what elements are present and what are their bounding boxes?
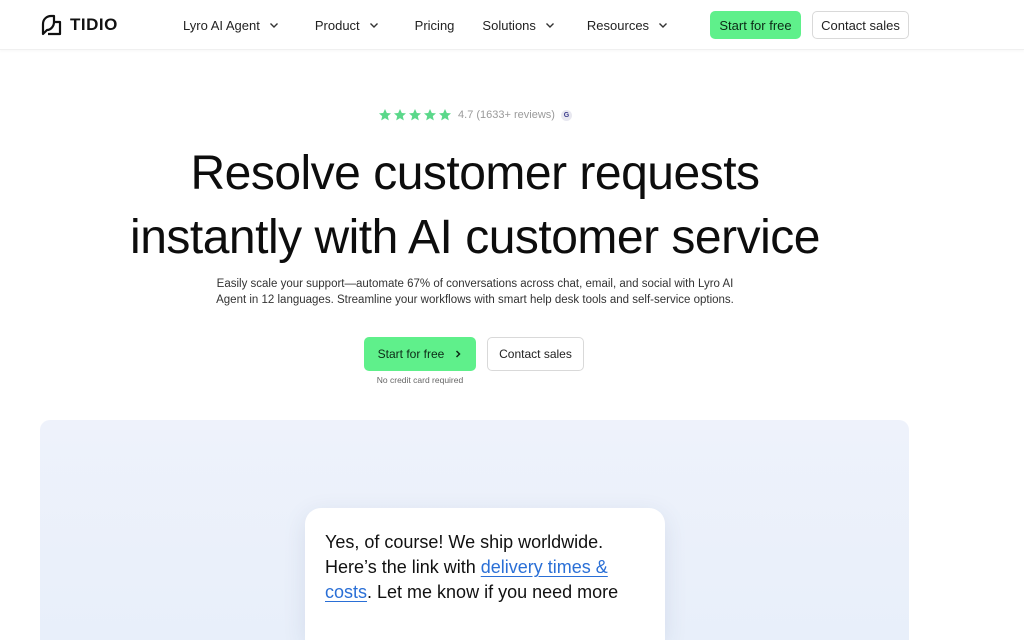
brand-name: TIDIO [70, 15, 118, 34]
rating-row: 4.7 (1633+ reviews) G [0, 108, 950, 122]
tidio-logo[interactable]: TIDIO [40, 13, 118, 37]
rating-text: 4.7 (1633+ reviews) [458, 109, 555, 121]
nav-item-lyro-ai-agent[interactable]: Lyro AI Agent [183, 18, 279, 33]
chevron-down-icon [269, 23, 278, 28]
chat-text-part-2: . Let me know if you need more [367, 582, 619, 602]
hero-start-for-free-button[interactable]: Start for free [364, 337, 476, 371]
no-credit-card-note: No credit card required [376, 375, 464, 385]
nav-start-for-free-button[interactable]: Start for free [710, 11, 801, 39]
rating-stars [378, 108, 452, 122]
nav-item-label: Resources [586, 17, 650, 33]
chat-message-bubble: Yes, of course! We ship worldwide. Here’… [305, 508, 665, 640]
star-icon [439, 109, 452, 121]
nav-item-label: Product [314, 17, 360, 33]
nav-item-product[interactable]: Product [315, 18, 379, 33]
hero-subtext: Easily scale your support—automate 67% o… [216, 278, 734, 306]
nav-item-label: Pricing [414, 17, 455, 33]
chat-message-text: Yes, of course! We ship worldwide. Here’… [325, 530, 645, 605]
main-nav: Lyro AI Agent Product Pricing Solutions … [183, 0, 668, 50]
nav-item-resources[interactable]: Resources [587, 18, 668, 33]
star-icon [379, 109, 392, 121]
star-icon [409, 109, 422, 121]
nav-item-solutions[interactable]: Solutions [482, 18, 554, 33]
headline-line-2: instantly with AI customer service [130, 211, 820, 264]
chevron-down-icon [369, 23, 378, 28]
headline-line-1: Resolve customer requests [190, 147, 760, 200]
chevron-right-icon [456, 350, 461, 358]
cta-start-label: Start for free [377, 347, 445, 361]
tidio-logo-icon [41, 14, 62, 36]
nav-item-label: Solutions [482, 17, 536, 33]
star-icon [394, 109, 407, 121]
nav-item-label: Lyro AI Agent [183, 17, 260, 33]
star-icon [424, 109, 437, 121]
top-navbar: TIDIO Lyro AI Agent Product Pricing Solu… [0, 0, 1024, 50]
nav-item-pricing[interactable]: Pricing [415, 18, 455, 33]
nav-contact-sales-button[interactable]: Contact sales [812, 11, 909, 39]
g2-badge-icon: G [560, 109, 572, 121]
chevron-down-icon [659, 23, 668, 28]
hero-contact-sales-button[interactable]: Contact sales [487, 337, 584, 371]
chevron-down-icon [545, 23, 554, 28]
hero-headline: Resolve customer requests instantly with… [0, 142, 950, 270]
